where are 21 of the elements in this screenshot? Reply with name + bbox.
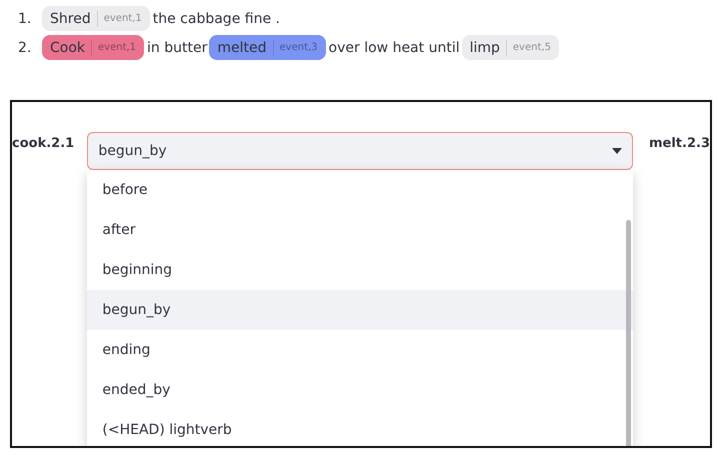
dropdown-option[interactable]: (<HEAD) lightverb [87, 410, 633, 446]
list-number: 1. [18, 10, 32, 26]
sentence-text: over low heat until [328, 40, 460, 56]
dropdown-option[interactable]: after [87, 210, 633, 250]
dropdown-option[interactable]: begun_by [87, 290, 633, 330]
dropdown-option[interactable]: ended_by [87, 370, 633, 410]
scrollbar[interactable] [626, 220, 631, 446]
dropdown-option[interactable]: beginning [87, 250, 633, 290]
source-label: cook.2.1 [12, 135, 76, 151]
event-token[interactable]: Cook event,1 [42, 35, 144, 60]
event-token[interactable]: limp event,5 [462, 35, 559, 60]
sentence-text: in butter [147, 40, 208, 56]
event-token[interactable]: melted event,3 [209, 35, 326, 60]
relation-select[interactable]: begun_by [87, 132, 633, 170]
list-number: 2. [18, 40, 32, 56]
dropdown-option[interactable]: ending [87, 330, 633, 370]
dropdown-option[interactable]: before [87, 170, 633, 210]
event-token[interactable]: Shred event,1 [42, 6, 150, 31]
caret-icon [612, 148, 622, 154]
sentence-text: the cabbage fine . [152, 10, 280, 26]
target-label: melt.2.3 [648, 135, 710, 151]
